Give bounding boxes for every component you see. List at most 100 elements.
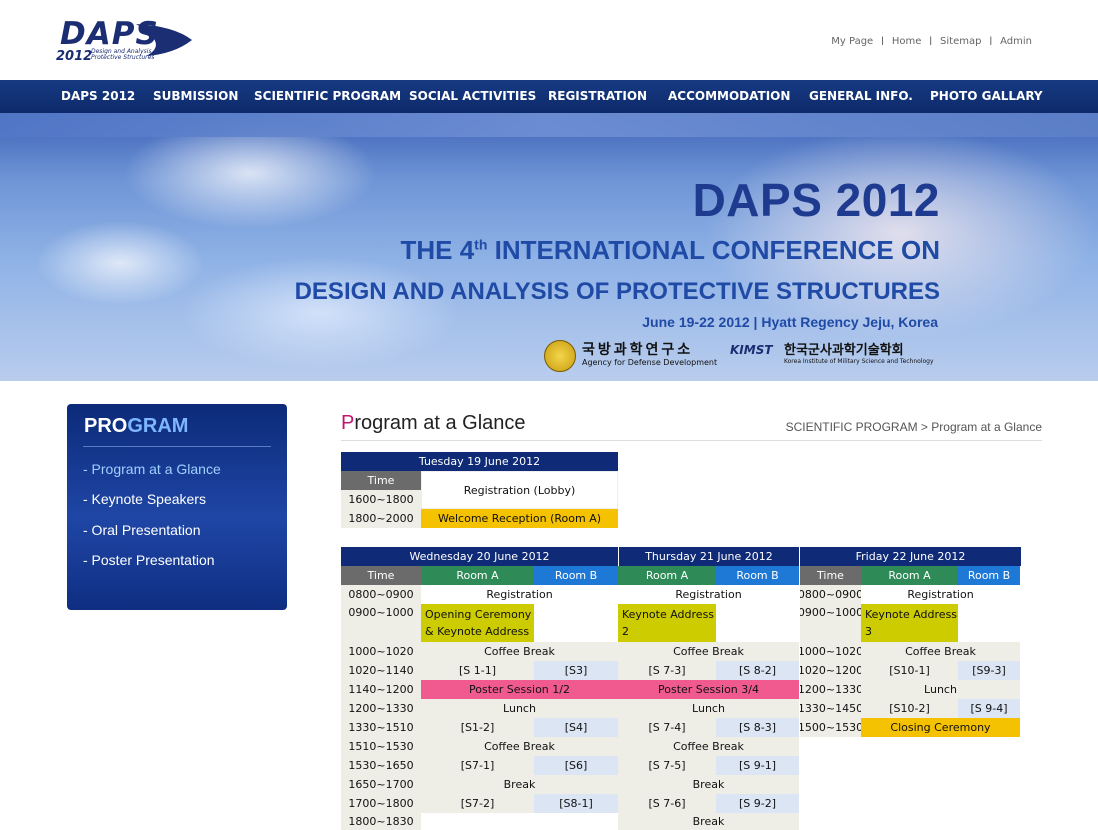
nav-general-info[interactable]: GENERAL INFO. (809, 89, 913, 103)
main-nav: DAPS 2012 SUBMISSION SCIENTIFIC PROGRAM … (0, 80, 1098, 114)
time-cell: 0900~1000 (341, 604, 421, 642)
lunch-cell: Lunch (618, 699, 799, 718)
logo-swoosh-icon (136, 24, 192, 56)
time-cell: 0800~0900 (341, 585, 421, 604)
time-cell: 1500~1530 (800, 718, 861, 737)
logo-year: 2012 (56, 49, 93, 64)
session-cell: [S7-1] (421, 756, 534, 775)
session-cell: [S9-3] (958, 661, 1020, 680)
break-cell: Break (618, 775, 799, 794)
time-header: Time (341, 566, 421, 585)
time-cell: 1800~1830 (341, 813, 421, 830)
coffee-break-cell: Coffee Break (618, 642, 799, 661)
sidebar-item-keynote-speakers[interactable]: - Keynote Speakers (83, 491, 206, 507)
time-cell: 1020~1140 (341, 661, 421, 680)
time-cell: 1330~1450 (800, 699, 861, 718)
time-cell: 1200~1330 (800, 680, 861, 699)
session-cell: [S 7-5] (618, 756, 716, 775)
wednesday-header: Wednesday 20 June 2012 (341, 547, 618, 566)
room-a-header: Room A (618, 566, 716, 585)
lunch-cell: Lunch (421, 699, 618, 718)
session-cell: [S 9-2] (716, 794, 799, 813)
sidebar-item-oral-presentation[interactable]: - Oral Presentation (83, 522, 201, 538)
page-title-first: P (341, 412, 355, 434)
coffee-break-cell: Coffee Break (421, 642, 618, 661)
time-cell: 1510~1530 (341, 737, 421, 756)
room-a-header: Room A (861, 566, 958, 585)
nav-scientific-program[interactable]: SCIENTIFIC PROGRAM (254, 89, 401, 103)
kimst-name-kr: 한국군사과학기술학회 (784, 343, 904, 358)
session-cell: [S 9-1] (716, 756, 799, 775)
util-sitemap[interactable]: Sitemap (940, 36, 981, 47)
wed-registration-cell: Registration (421, 585, 618, 604)
time-cell: 0900~1000 (800, 604, 861, 642)
daps-logo[interactable]: DAPS 2012 Design and Analysis of Protect… (56, 14, 196, 70)
util-sep: ǀ (989, 36, 993, 46)
closing-ceremony-cell: Closing Ceremony (861, 718, 1020, 737)
banner-line2-post: INTERNATIONAL CONFERENCE ON (487, 235, 940, 265)
time-cell: 1330~1510 (341, 718, 421, 737)
sidebar-item-program-at-a-glance[interactable]: - Program at a Glance (83, 461, 221, 477)
banner-strip (0, 113, 1098, 137)
nav-accommodation[interactable]: ACCOMMODATION (668, 89, 790, 103)
util-sep: ǀ (929, 36, 933, 46)
room-a-header: Room A (421, 566, 534, 585)
time-cell: 1800~2000 (341, 509, 421, 528)
page-title: Program at a Glance (341, 412, 526, 435)
banner-subtitle-line1: THE 4th INTERNATIONAL CONFERENCE ON (400, 235, 940, 266)
empty-cell (534, 604, 618, 642)
nav-daps-2012[interactable]: DAPS 2012 (61, 89, 135, 103)
poster-session-cell: Poster Session 1/2 (421, 680, 618, 699)
nav-submission[interactable]: SUBMISSION (153, 89, 238, 103)
time-cell: 1650~1700 (341, 775, 421, 794)
session-cell: [S7-2] (421, 794, 534, 813)
nav-photo-gallary[interactable]: PHOTO GALLARY (930, 89, 1043, 103)
session-cell: [S 7-6] (618, 794, 716, 813)
time-cell: 1000~1020 (341, 642, 421, 661)
util-admin[interactable]: Admin (1000, 36, 1032, 47)
banner-line2-sup: th (474, 236, 488, 253)
util-home[interactable]: Home (892, 36, 922, 47)
session-cell: [S 1-1] (421, 661, 534, 680)
sidebar-divider (83, 446, 271, 447)
friday-header: Friday 22 June 2012 (799, 547, 1021, 566)
sidebar-item-poster-presentation[interactable]: - Poster Presentation (83, 552, 215, 568)
hero-banner: DAPS 2012 THE 4th INTERNATIONAL CONFEREN… (0, 113, 1098, 381)
poster-session-cell: Poster Session 3/4 (618, 680, 799, 699)
kimst-logo: KIMST 한국군사과학기술학회 Korea Institute of Mili… (730, 337, 950, 373)
time-cell: 1700~1800 (341, 794, 421, 813)
break-cell: Break (421, 775, 618, 794)
nav-registration[interactable]: REGISTRATION (548, 89, 647, 103)
room-b-header: Room B (716, 566, 799, 585)
banner-line2-pre: THE 4 (400, 235, 475, 265)
breadcrumb: SCIENTIFIC PROGRAM > Program at a Glance (785, 420, 1042, 434)
util-sep: ǀ (881, 36, 884, 46)
time-cell: 1200~1330 (341, 699, 421, 718)
utility-links: My Page ǀ Home ǀ Sitemap ǀ Admin (831, 36, 1032, 47)
lunch-cell: Lunch (861, 680, 1020, 699)
tue-registration-cell: Registration (Lobby) (421, 471, 618, 509)
session-cell: [S6] (534, 756, 618, 775)
session-cell: [S3] (534, 661, 618, 680)
session-cell: [S 7-3] (618, 661, 716, 680)
session-cell: [S 8-2] (716, 661, 799, 680)
kimst-name-en: Korea Institute of Military Science and … (784, 358, 934, 365)
coffee-break-cell: Coffee Break (618, 737, 799, 756)
break-cell: Break (618, 813, 799, 830)
time-cell: 1530~1650 (341, 756, 421, 775)
sidebar-title-a: PRO (84, 415, 128, 437)
time-cell: 1000~1020 (800, 642, 861, 661)
time-cell: 1020~1200 (800, 661, 861, 680)
add-logo: 국방과학연구소 Agency for Defense Development (544, 338, 724, 374)
program-sidebar: PROGRAM - Program at a Glance - Keynote … (67, 404, 287, 610)
session-cell: [S10-1] (861, 661, 958, 680)
nav-social-activities[interactable]: SOCIAL ACTIVITIES (409, 89, 536, 103)
welcome-reception-cell: Welcome Reception (Room A) (421, 509, 618, 528)
fri-registration-cell: Registration (861, 585, 1020, 604)
add-name-kr: 국방과학연구소 (582, 342, 694, 358)
util-my-page[interactable]: My Page (831, 36, 873, 47)
session-cell: [S4] (534, 718, 618, 737)
add-name-en: Agency for Defense Development (582, 358, 718, 367)
coffee-break-cell: Coffee Break (861, 642, 1020, 661)
session-cell: [S1-2] (421, 718, 534, 737)
